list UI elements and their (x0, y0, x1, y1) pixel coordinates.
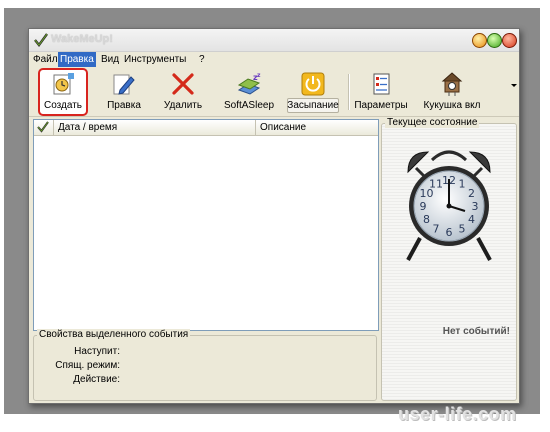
app-window: WakeMeUp! Файл Правка Вид Инструменты ? … (28, 28, 520, 404)
close-button[interactable] (502, 33, 517, 48)
toolbar-overflow-arrow-icon[interactable] (511, 84, 517, 87)
settings-list-icon (373, 73, 390, 95)
menu-help[interactable]: ? (197, 52, 207, 67)
cuckoo-clock-icon (441, 72, 463, 96)
menu-tools[interactable]: Инструменты (122, 52, 188, 67)
column-description[interactable]: Описание (256, 120, 378, 135)
clock-number: 3 (472, 200, 479, 213)
clock-number: 12 (442, 174, 456, 187)
alarm-clock-icon: 12 1234567891011 (406, 150, 492, 261)
softasleep-icon: z z (237, 72, 261, 95)
column-check[interactable] (34, 120, 54, 135)
create-button[interactable]: Создать (38, 68, 88, 116)
softasleep-label: SoftASleep (223, 100, 275, 111)
maximize-button[interactable] (487, 33, 502, 48)
sleep-button[interactable]: Засыпание (285, 70, 341, 114)
window-title: WakeMeUp! (51, 33, 113, 45)
clock-number: 8 (423, 213, 430, 226)
svg-text:z: z (257, 72, 261, 79)
menu-bar: Файл Правка Вид Инструменты ? (29, 52, 519, 67)
clock-number: 1 (459, 178, 466, 191)
clock-number: 2 (468, 187, 475, 200)
clock-number: 6 (446, 226, 453, 239)
delete-button[interactable]: Удалить (159, 70, 207, 114)
list-header: Дата / время Описание (34, 120, 378, 136)
delete-x-icon (172, 73, 194, 95)
menu-file[interactable]: Файл (31, 52, 60, 67)
no-events-status: Нет событий! (442, 326, 510, 337)
edit-button[interactable]: Правка (101, 70, 147, 114)
pencil-icon (113, 74, 135, 95)
checkmark-icon (37, 121, 49, 133)
title-bar: WakeMeUp! (29, 29, 519, 52)
action-label: Действие: (73, 374, 120, 385)
occurs-label: Наступит: (74, 346, 120, 357)
edit-label: Правка (107, 100, 141, 111)
menu-view[interactable]: Вид (99, 52, 121, 67)
toolbar: Создать Правка Удалить z z SoftASleep За… (29, 68, 519, 117)
sleep-label: Засыпание (287, 100, 339, 111)
params-button[interactable]: Параметры (353, 70, 409, 114)
params-label: Параметры (354, 100, 408, 111)
column-date-time[interactable]: Дата / время (54, 120, 256, 135)
clock-number: 5 (459, 223, 466, 236)
toolbar-separator (348, 74, 350, 110)
event-properties-group: Свойства выделенного события Наступит: С… (33, 329, 377, 401)
clock-number: 9 (420, 200, 427, 213)
minimize-button[interactable] (472, 33, 487, 48)
sleep-mode-label: Спящ. режим: (55, 360, 120, 371)
event-list[interactable]: Дата / время Описание (33, 119, 379, 331)
clock-number: 4 (468, 213, 475, 226)
clock-number: 7 (433, 223, 440, 236)
current-state-title: Текущее состояние (385, 117, 480, 128)
current-state-panel: Текущее состояние 12 1 2 3 4 5 6 7 8 9 1… (381, 117, 517, 401)
new-alarm-icon (53, 73, 74, 95)
delete-label: Удалить (163, 100, 203, 111)
create-label: Создать (43, 100, 82, 111)
watermark-text: user-life.com (398, 404, 517, 424)
checkmark-app-icon (34, 33, 48, 47)
softasleep-button[interactable]: z z SoftASleep (223, 70, 275, 114)
event-properties-title: Свойства выделенного события (37, 329, 191, 340)
clock-number: 11 (429, 178, 443, 191)
cuckoo-label: Кукушка вкл (423, 100, 481, 111)
menu-edit[interactable]: Правка (58, 52, 96, 67)
cuckoo-button[interactable]: Кукушка вкл (419, 70, 485, 114)
power-icon (301, 72, 325, 96)
